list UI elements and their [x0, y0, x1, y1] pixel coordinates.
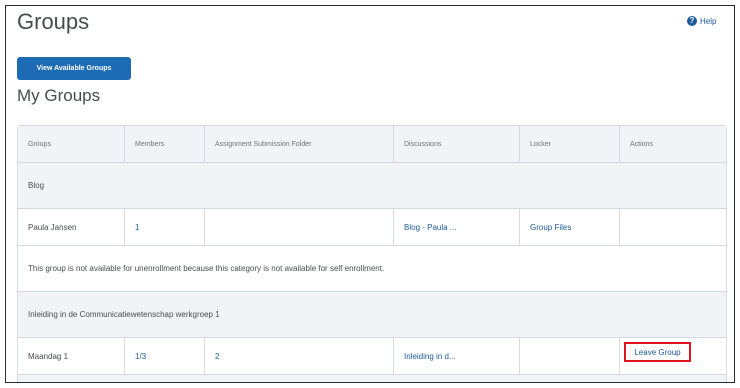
leave-group-link[interactable]: Leave Group [624, 342, 691, 362]
column-header-locker: Locker [520, 126, 620, 162]
discussions-link[interactable]: Inleiding in d... [404, 352, 456, 361]
column-header-discussions: Discussions [394, 126, 520, 162]
column-header-folder: Assignment Submission Folder [205, 126, 394, 162]
category-row: Inleiding in de Communicatiewetenschap w… [18, 292, 726, 338]
category-label: Inleiding in de Communicatiewetenschap w… [28, 310, 220, 319]
locker-cell [520, 338, 620, 374]
folder-cell [205, 209, 394, 245]
members-link[interactable]: 1/3 [135, 352, 146, 361]
discussions-link[interactable]: Blog - Paula ... [404, 223, 456, 232]
folder-link[interactable]: 2 [215, 352, 219, 361]
column-header-actions: Actions [630, 140, 653, 148]
group-name: Paula Jansen [18, 209, 125, 245]
column-header-members: Members [125, 126, 205, 162]
help-link[interactable]: ? Help [687, 16, 716, 26]
help-label: Help [700, 16, 717, 26]
groups-table: Groups Members Assignment Submission Fol… [17, 125, 727, 382]
locker-link[interactable]: Group Files [530, 223, 571, 232]
table-header-row: Groups Members Assignment Submission Fol… [18, 126, 726, 163]
group-name: Maandag 1 [18, 338, 125, 374]
members-link[interactable]: 1 [135, 223, 139, 232]
column-header-groups: Groups [18, 126, 125, 162]
help-circle-icon: ? [687, 16, 697, 26]
section-title: My Groups [17, 86, 101, 105]
category-row: Blog [18, 163, 726, 209]
table-row: Paula Jansen 1 Blog - Paula ... Group Fi… [18, 209, 726, 246]
view-available-groups-button[interactable]: View Available Groups [17, 57, 131, 80]
table-row: Maandag 1 1/3 2 Inleiding in d... Leave … [18, 338, 726, 375]
category-label: Blog [28, 181, 45, 190]
unenrollment-notice: This group is not available for unenroll… [28, 264, 385, 273]
browser-frame: Groups ? Help View Available Groups My G… [5, 5, 735, 383]
page-title: Groups [17, 9, 90, 34]
category-row [18, 375, 726, 382]
actions-cell [620, 209, 726, 245]
notice-row: This group is not available for unenroll… [18, 246, 726, 292]
